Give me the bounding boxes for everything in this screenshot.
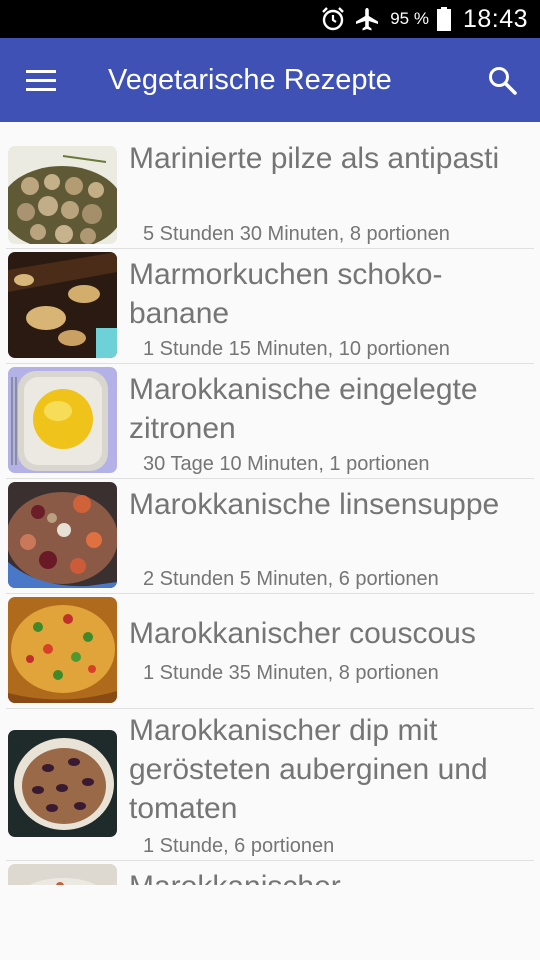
recipe-list-item[interactable]: Marokkanischer dip mit gerösteten auberg… [0, 709, 540, 861]
recipe-thumbnail [8, 146, 117, 244]
app-bar: Vegetarische Rezepte [0, 38, 540, 122]
alarm-icon [322, 7, 345, 31]
recipe-thumbnail [8, 252, 117, 358]
recipe-list-item[interactable]: Marokkanische eingelegte zitronen 30 Tag… [0, 364, 540, 479]
recipe-title: Marokkanischer couscous [129, 617, 476, 650]
clock: 18:43 [462, 4, 528, 33]
recipe-title: Marokkanischer dip mit gerösteten auberg… [129, 714, 488, 825]
app-title: Vegetarische Rezepte [108, 64, 392, 96]
recipe-list-item[interactable]: Marinierte pilze als antipasti 5 Stunden… [0, 138, 540, 249]
airplane-mode-icon [356, 8, 379, 31]
recipe-meta: 1 Stunde 15 Minuten, 10 portionen [143, 338, 450, 360]
status-bar: 95 % 18:43 [0, 0, 540, 38]
recipe-meta: 1 Stunde 35 Minuten, 8 portionen [143, 662, 439, 684]
recipe-list-item[interactable]: Marokkanischer couscous 1 Stunde 35 Minu… [0, 594, 540, 709]
recipe-title: Marokkanischer [129, 867, 534, 885]
recipe-thumbnail [8, 597, 117, 703]
recipe-title: Marokkanische linsensuppe [129, 488, 500, 521]
recipe-thumbnail [8, 367, 117, 473]
recipe-list-item[interactable]: Marokkanischer [0, 861, 540, 885]
recipe-list: Marinierte pilze als antipasti 5 Stunden… [0, 138, 540, 885]
recipe-thumbnail [8, 864, 117, 885]
status-icons: 95 % 18:43 [320, 0, 528, 38]
recipe-meta: 1 Stunde, 6 portionen [143, 835, 335, 857]
search-icon[interactable] [487, 65, 519, 97]
recipe-title: Marmorkuchen schoko-banane [129, 258, 443, 330]
battery-icon [436, 7, 451, 31]
menu-icon[interactable] [26, 66, 58, 94]
recipe-meta: 30 Tage 10 Minuten, 1 portionen [143, 453, 430, 475]
recipe-thumbnail [8, 730, 117, 837]
recipe-title: Marokkanische eingelegte zitronen [129, 373, 478, 445]
battery-percent: 95 % [390, 9, 429, 28]
recipe-list-item[interactable]: Marokkanische linsensuppe 2 Stunden 5 Mi… [0, 479, 540, 594]
recipe-thumbnail [8, 482, 117, 588]
recipe-list-item[interactable]: Marmorkuchen schoko-banane 1 Stunde 15 M… [0, 249, 540, 364]
recipe-meta: 5 Stunden 30 Minuten, 8 portionen [143, 223, 450, 245]
recipe-meta: 2 Stunden 5 Minuten, 6 portionen [143, 568, 439, 590]
recipe-title: Marinierte pilze als antipasti [129, 142, 500, 175]
